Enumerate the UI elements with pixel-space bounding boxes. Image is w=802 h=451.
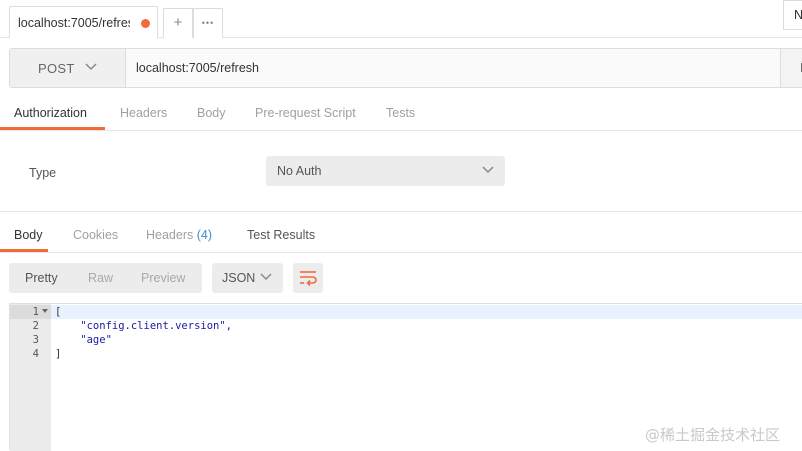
line-number: 3 (32, 334, 39, 346)
active-tab-indicator (0, 127, 105, 130)
environment-selector[interactable]: N (783, 0, 802, 30)
response-tabs: Body Cookies Headers (4) Test Results (0, 212, 802, 253)
plus-icon: + (173, 14, 183, 31)
send-button[interactable]: F (780, 49, 802, 87)
request-tabs: Authorization Headers Body Pre-request S… (0, 88, 802, 131)
code-line: "config.client.version", (55, 320, 233, 332)
ellipsis-icon: ••• (201, 18, 215, 28)
preview-button[interactable]: Preview (141, 271, 185, 285)
method-select[interactable]: POST (10, 49, 126, 87)
line-number: 2 (32, 320, 39, 332)
auth-type-label: Type (29, 166, 57, 180)
tab-body[interactable]: Body (197, 106, 226, 120)
authorization-panel: Type No Auth (0, 131, 802, 212)
tab-response-headers[interactable]: Headers (4) (146, 228, 212, 242)
auth-type-select[interactable]: No Auth (266, 156, 505, 186)
auth-type-value: No Auth (277, 164, 322, 178)
code-line: "age" (55, 334, 112, 346)
environment-label: N (794, 8, 802, 22)
tab-response-body[interactable]: Body (14, 228, 43, 242)
view-mode-group: Pretty Raw Preview (9, 263, 202, 293)
url-input[interactable]: localhost:7005/refresh (136, 61, 259, 75)
line-number: 1 (32, 306, 39, 318)
tab-pre-request-script[interactable]: Pre-request Script (255, 106, 356, 120)
pretty-button[interactable]: Pretty (25, 271, 58, 285)
line-number: 4 (32, 348, 39, 360)
tab-authorization[interactable]: Authorization (14, 106, 87, 120)
active-line-highlight (51, 305, 802, 319)
fold-arrow-icon[interactable] (42, 309, 48, 313)
format-value: JSON (222, 271, 256, 285)
active-tab-indicator (0, 249, 48, 252)
chevron-down-icon (482, 166, 494, 174)
tab-strip: localhost:7005/refresh + ••• N (0, 0, 802, 38)
wrap-lines-button[interactable] (293, 263, 323, 293)
code-line: [ (55, 306, 62, 318)
chevron-down-icon (85, 63, 97, 71)
request-tab[interactable]: localhost:7005/refresh (9, 6, 158, 38)
code-line: ] (55, 348, 62, 360)
unsaved-dot-icon (141, 19, 150, 28)
tab-test-results[interactable]: Test Results (247, 228, 315, 242)
method-label: POST (38, 61, 75, 76)
chevron-down-icon (260, 273, 272, 281)
tab-tests[interactable]: Tests (386, 106, 415, 120)
response-headers-label: Headers (146, 228, 194, 242)
tab-cookies[interactable]: Cookies (73, 228, 118, 242)
more-tabs-button[interactable]: ••• (193, 8, 223, 38)
format-select[interactable]: JSON (212, 263, 283, 293)
request-tab-label: localhost:7005/refresh (18, 16, 130, 30)
tab-headers[interactable]: Headers (120, 106, 167, 120)
request-bar: POST localhost:7005/refresh F (9, 48, 802, 88)
raw-button[interactable]: Raw (88, 271, 113, 285)
headers-count: (4) (196, 228, 213, 242)
wrap-lines-icon (300, 271, 317, 286)
watermark: @稀土掘金技术社区 (645, 426, 781, 444)
new-tab-button[interactable]: + (163, 8, 193, 38)
